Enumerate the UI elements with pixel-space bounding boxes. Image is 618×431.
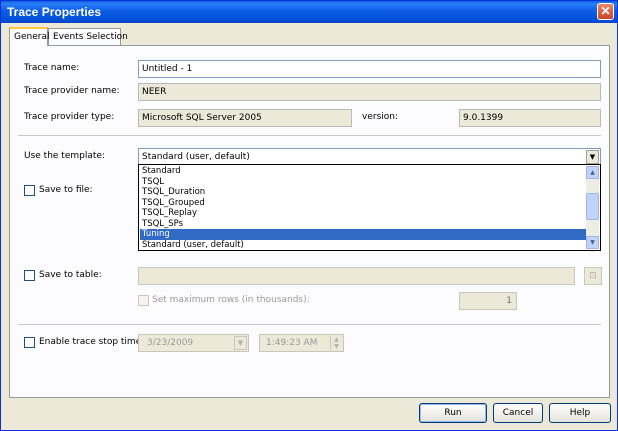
trace-properties-dialog: Trace Properties ✕ General Events Select…: [0, 0, 618, 431]
list-item[interactable]: TSQL_Grouped: [140, 198, 586, 209]
version-field: 9.0.1399: [459, 109, 601, 127]
chevron-down-icon: ▼: [234, 336, 247, 350]
close-icon[interactable]: ✕: [597, 3, 614, 20]
max-rows-label: Set maximum rows (in thousands):: [152, 295, 310, 305]
list-item[interactable]: TSQL_Duration: [140, 187, 586, 198]
run-button[interactable]: Run: [419, 403, 487, 423]
browse-icon: ⊡: [584, 267, 602, 285]
max-rows-field: 1: [459, 292, 517, 310]
template-label: Use the template:: [24, 151, 105, 161]
spinner-icon: ▲ ▼: [330, 336, 342, 350]
list-item[interactable]: Standard (user, default): [140, 240, 586, 251]
stop-date-value: 3/23/2009: [147, 338, 194, 348]
save-to-table-checkbox[interactable]: [24, 270, 35, 281]
dropdown-scrollbar[interactable]: ▲ ▼: [586, 166, 599, 249]
template-combo-value: Standard (user, default): [142, 152, 250, 162]
save-to-file-checkbox[interactable]: [24, 185, 35, 196]
title-bar[interactable]: Trace Properties ✕: [1, 1, 617, 23]
list-item[interactable]: Standard: [140, 166, 586, 177]
trace-name-label: Trace name:: [24, 63, 80, 73]
max-rows-checkbox: [138, 295, 149, 306]
general-panel: Trace name: Untitled - 1 Trace provider …: [9, 45, 610, 398]
trace-name-input[interactable]: Untitled - 1: [138, 60, 601, 78]
chevron-down-icon[interactable]: ▼: [586, 150, 599, 164]
version-label: version:: [362, 112, 398, 122]
separator: [18, 324, 601, 326]
list-item[interactable]: TSQL_SPs: [140, 219, 586, 230]
stop-time-picker: 1:49:23 AM ▲ ▼: [259, 334, 344, 352]
stop-date-picker: 3/23/2009 ▼: [138, 334, 249, 352]
cancel-button[interactable]: Cancel: [493, 403, 543, 423]
stop-time-value: 1:49:23 AM: [266, 338, 318, 348]
scroll-up-icon[interactable]: ▲: [586, 166, 599, 179]
provider-type-field: Microsoft SQL Server 2005: [138, 109, 352, 127]
separator: [18, 135, 601, 137]
save-to-table-label: Save to table:: [39, 270, 102, 280]
list-item[interactable]: TSQL: [140, 177, 586, 188]
stop-time-checkbox[interactable]: [24, 337, 35, 348]
save-to-file-label: Save to file:: [39, 185, 93, 195]
tab-general[interactable]: General: [9, 27, 49, 46]
provider-name-field: NEER: [138, 83, 601, 101]
list-item[interactable]: TSQL_Replay: [140, 208, 586, 219]
scroll-thumb[interactable]: [586, 193, 599, 220]
table-name-field: [138, 267, 575, 285]
list-item-selected[interactable]: Tuning: [140, 229, 586, 240]
provider-type-label: Trace provider type:: [24, 112, 115, 122]
provider-name-label: Trace provider name:: [24, 86, 120, 96]
stop-time-label: Enable trace stop time:: [39, 337, 145, 347]
scroll-down-icon[interactable]: ▼: [586, 236, 599, 249]
help-button[interactable]: Help: [549, 403, 611, 423]
tab-events-selection[interactable]: Events Selection: [48, 28, 128, 45]
window-title: Trace Properties: [7, 5, 102, 19]
template-dropdown-list[interactable]: Standard TSQL TSQL_Duration TSQL_Grouped…: [138, 164, 601, 251]
